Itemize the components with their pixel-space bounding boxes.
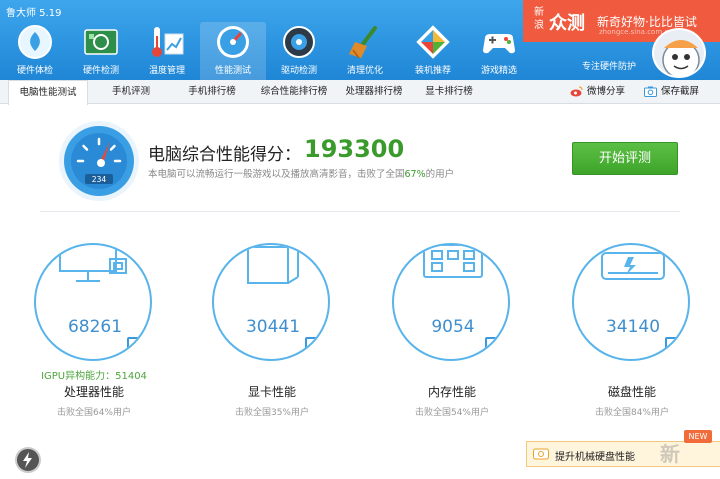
nav-label: 驱动检测 xyxy=(280,66,317,76)
tab-phone-review[interactable]: 手机评测 xyxy=(98,80,164,104)
guard-label: 专注硬件防护 xyxy=(582,62,637,72)
new-badge: NEW xyxy=(684,430,712,443)
hdd-boost-banner[interactable]: 提升机械硬盘性能 xyxy=(526,441,720,467)
nav-label: 清理优化 xyxy=(346,66,383,76)
gpu-beat-percent: 击败全国35%用户 xyxy=(234,408,309,418)
igpu-score: IGPU异构能力：51404 xyxy=(41,371,147,382)
cube-icon xyxy=(416,25,450,59)
tab-gpu-ranking[interactable]: 显卡排行榜 xyxy=(416,80,482,104)
tab-cpu-ranking[interactable]: 处理器排行榜 xyxy=(340,80,408,104)
nav-hardware-detect[interactable]: 硬件检测 xyxy=(68,22,134,80)
mascot-avatar[interactable] xyxy=(652,28,706,78)
nav-recommend[interactable]: 装机推荐 xyxy=(400,22,466,80)
nav-hardware-check[interactable]: 硬件体检 xyxy=(2,22,68,80)
hdd-boost-text: 提升机械硬盘性能 xyxy=(555,452,635,463)
camera-icon xyxy=(644,86,657,97)
nav-label: 温度管理 xyxy=(148,66,185,76)
gpu-checkbox[interactable] xyxy=(305,337,327,359)
nav-label: 硬件体检 xyxy=(16,66,53,76)
hardware-detect-icon xyxy=(84,29,118,55)
overall-score: 193300 xyxy=(304,135,405,163)
broom-icon xyxy=(349,26,377,59)
checkmark-icon xyxy=(669,342,683,355)
gpu-score-ring: 30441 xyxy=(212,243,330,361)
nav-driver[interactable]: 驱动检测 xyxy=(266,22,332,80)
hardware-check-icon xyxy=(18,25,52,59)
nav-label: 性能测试 xyxy=(214,66,251,76)
memory-chip-icon xyxy=(423,245,483,278)
performance-gauge-icon xyxy=(217,26,249,58)
nav-label: 游戏精选 xyxy=(480,66,517,76)
memory-checkbox[interactable] xyxy=(485,337,507,359)
memory-score: 9054 xyxy=(431,317,475,337)
disk-drive-icon xyxy=(601,252,665,280)
gauge-readout: 234 xyxy=(92,175,107,184)
nav-label: 装机推荐 xyxy=(414,66,451,76)
weibo-share-label: 微博分享 xyxy=(587,86,626,97)
disk-beat-percent: 击败全国84%用户 xyxy=(594,408,669,418)
disk-label: 磁盘性能 xyxy=(607,385,656,399)
hard-drive-icon xyxy=(533,448,549,460)
nav-cleanup[interactable]: 清理优化 xyxy=(332,22,398,80)
checkmark-icon xyxy=(309,342,323,355)
save-screenshot-button[interactable]: 保存截屏 xyxy=(644,80,699,104)
tab-pc-performance[interactable]: 电脑性能测试 xyxy=(8,80,88,105)
tab-bar: 电脑性能测试 手机评测 手机排行榜 综合性能排行榜 处理器排行榜 显卡排行榜 微… xyxy=(0,80,720,105)
app-title: 鲁大师 5.19 xyxy=(6,8,62,19)
nav-label: 硬件检测 xyxy=(82,66,119,76)
section-divider xyxy=(40,211,680,212)
disk-score: 34140 xyxy=(605,317,661,337)
score-desc-suffix: 的用户 xyxy=(425,169,455,180)
lightning-icon xyxy=(23,452,32,468)
driver-icon xyxy=(283,26,315,58)
tab-overall-ranking[interactable]: 综合性能排行榜 xyxy=(254,80,334,104)
performance-gauge-icon: 234 xyxy=(59,121,139,201)
gpu-score: 30441 xyxy=(245,317,301,337)
score-desc-percent: 67% xyxy=(404,169,426,180)
nav-temperature[interactable]: 温度管理 xyxy=(134,22,200,80)
cpu-score-ring: 68261 xyxy=(34,243,152,361)
gpu-cube-icon xyxy=(247,245,299,284)
cpu-monitor-icon xyxy=(59,245,127,282)
checkmark-icon xyxy=(489,342,503,355)
weibo-share-button[interactable]: 微博分享 xyxy=(570,80,625,104)
gamepad-icon xyxy=(483,34,515,54)
gpu-label: 显卡性能 xyxy=(247,385,296,399)
temperature-icon xyxy=(152,27,184,57)
memory-label: 内存性能 xyxy=(427,385,476,399)
start-benchmark-button[interactable]: 开始评测 xyxy=(572,142,678,175)
cpu-score: 68261 xyxy=(67,317,123,337)
top-toolbar: 鲁大师 5.19 硬件体检 硬件检测 温度管理 性能测试 驱动检测 清理优化 装… xyxy=(0,0,720,80)
cpu-beat-percent: 击败全国64%用户 xyxy=(56,408,131,418)
memory-score-ring: 9054 xyxy=(392,243,510,361)
score-description: 本电脑可以流畅运行一般游戏以及播放高清影音，击败了全国67%的用户 xyxy=(148,166,454,180)
mascot-icon xyxy=(662,40,700,76)
tab-phone-ranking[interactable]: 手机排行榜 xyxy=(174,80,250,104)
cpu-label: 处理器性能 xyxy=(63,385,124,399)
score-desc-prefix: 本电脑可以流畅运行一般游戏以及播放高清影音，击败了全国 xyxy=(148,169,405,180)
promo-logo: 新浪 xyxy=(534,7,544,31)
nav-performance[interactable]: 性能测试 xyxy=(200,22,266,80)
disk-score-ring: 34140 xyxy=(572,243,690,361)
memory-beat-percent: 击败全国54%用户 xyxy=(414,408,489,418)
disk-checkbox[interactable] xyxy=(665,337,687,359)
weibo-icon xyxy=(570,86,583,97)
corner-badge-icon[interactable] xyxy=(15,447,41,473)
checkmark-icon xyxy=(131,342,145,355)
promo-brand: 众测 xyxy=(549,13,585,34)
watermark: 新 xyxy=(660,442,680,466)
cpu-checkbox[interactable] xyxy=(127,337,149,359)
score-label: 电脑综合性能得分： xyxy=(148,145,301,165)
save-screenshot-label: 保存截屏 xyxy=(661,86,700,97)
